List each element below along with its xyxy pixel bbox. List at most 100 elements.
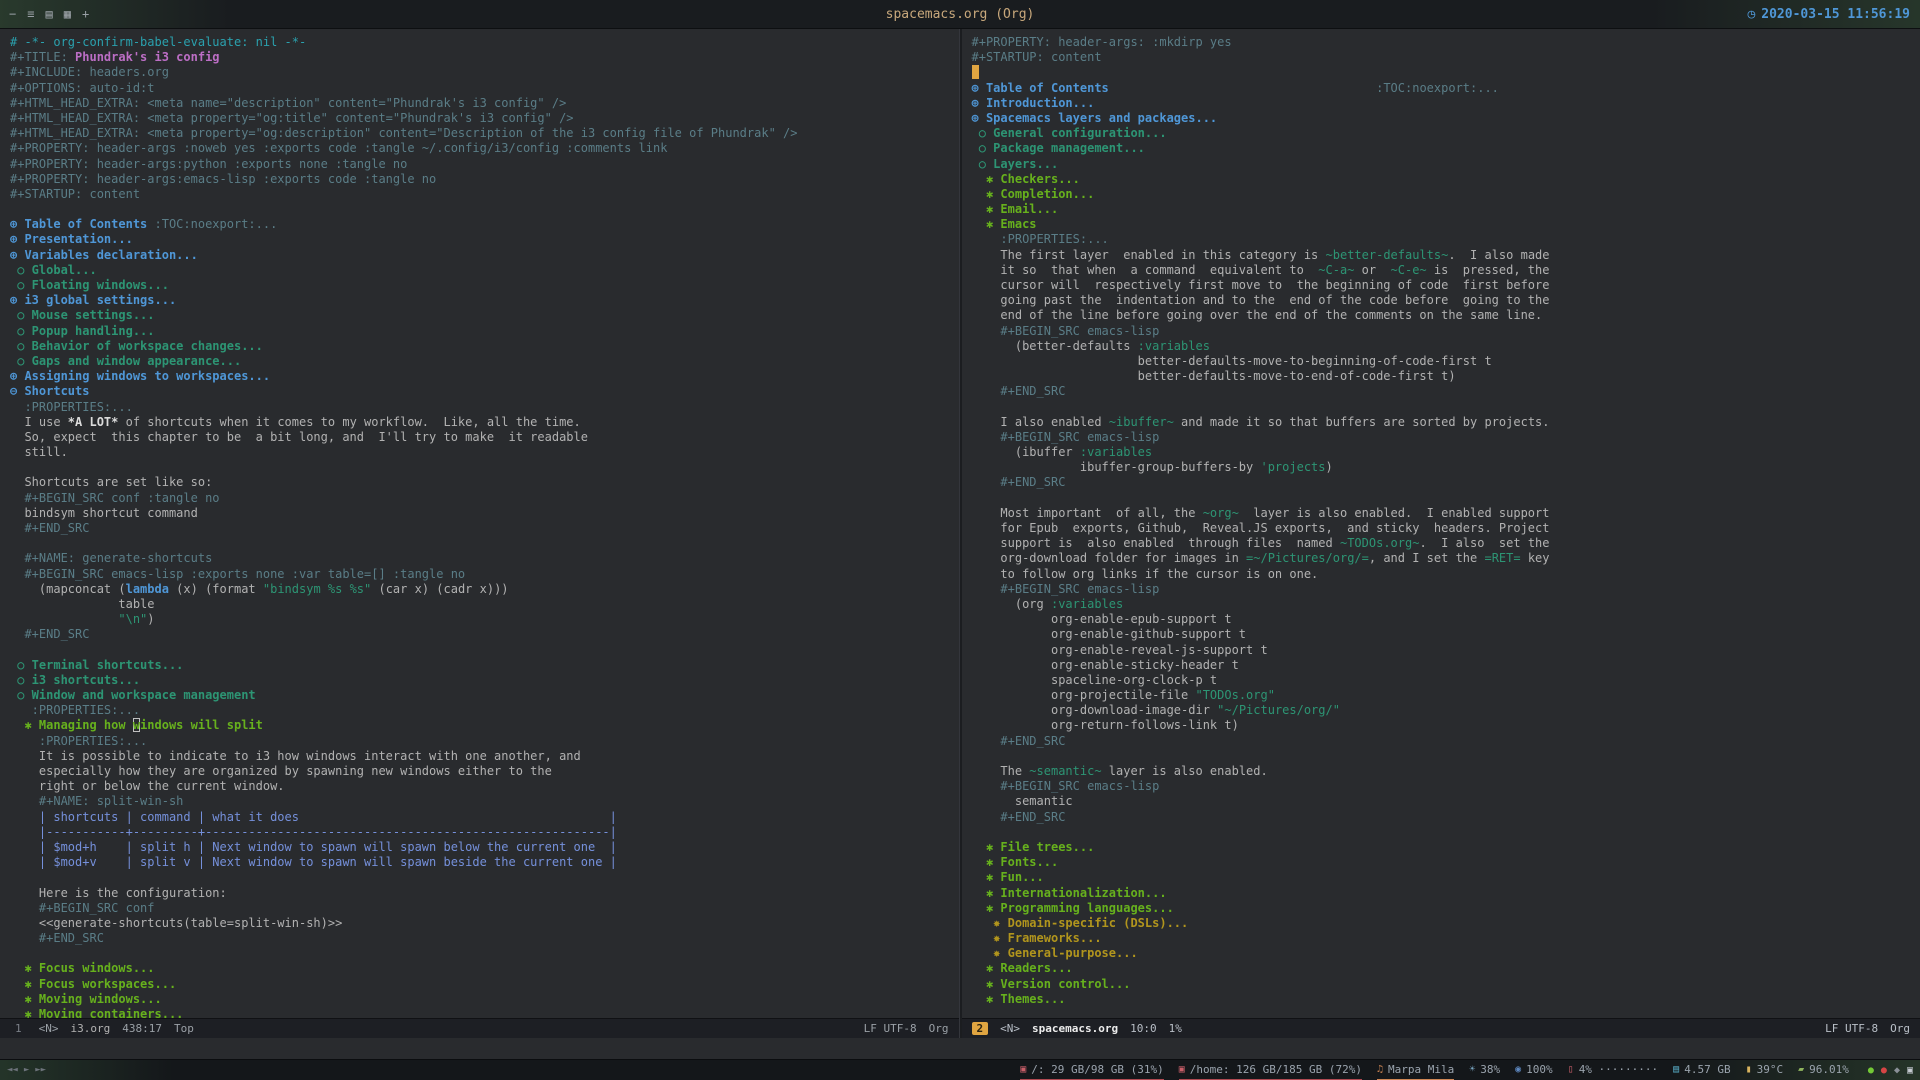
module-disk-root[interactable]: ▣ /: 29 GB/98 GB (31%): [1020, 1060, 1164, 1080]
buffer-line[interactable]: #+PROPERTY: header-args:python :exports …: [10, 157, 959, 172]
buffer-line[interactable]: Most important of all, the ~org~ layer i…: [972, 506, 1920, 521]
tray-dot-green[interactable]: ●: [1868, 1065, 1874, 1076]
buffer-line[interactable]: [10, 460, 959, 475]
org-heading-line[interactable]: ○ Gaps and window appearance...: [10, 354, 959, 369]
buffer-line[interactable]: #+INCLUDE: headers.org: [10, 65, 959, 80]
buffer-line[interactable]: #+END_SRC: [10, 627, 959, 642]
org-heading-line[interactable]: ✱ Fonts...: [972, 855, 1920, 870]
org-heading-line[interactable]: ✸ Domain-specific (DSLs)...: [972, 916, 1920, 931]
buffer-line[interactable]: it so that when a command equivalent to …: [972, 263, 1920, 278]
buffer-line[interactable]: org-projectile-file "TODOs.org": [972, 688, 1920, 703]
buffer-line[interactable]: #+BEGIN_SRC conf: [10, 901, 959, 916]
buffer-line[interactable]: # -*- org-confirm-babel-evaluate: nil -*…: [10, 35, 959, 50]
tray-icon-gray[interactable]: ◆: [1894, 1065, 1900, 1076]
org-heading-line[interactable]: ○ Global...: [10, 263, 959, 278]
org-heading-line[interactable]: ✱ Themes...: [972, 992, 1920, 1007]
buffer-line[interactable]: #+PROPERTY: header-args:emacs-lisp :expo…: [10, 172, 959, 187]
org-heading-line[interactable]: ✱ File trees...: [972, 840, 1920, 855]
buffer-line[interactable]: It is possible to indicate to i3 how win…: [10, 749, 959, 764]
buffer-line[interactable]: [971, 65, 1920, 80]
buffer-line[interactable]: #+NAME: generate-shortcuts: [10, 551, 959, 566]
org-heading-line[interactable]: ✱ Fun...: [972, 870, 1920, 885]
buffer-line[interactable]: #+END_SRC: [972, 475, 1920, 490]
buffer-line[interactable]: #+BEGIN_SRC emacs-lisp: [972, 430, 1920, 445]
buffer-line[interactable]: | shortcuts | command | what it does |: [10, 810, 959, 825]
buffer-line[interactable]: #+STARTUP: content: [10, 187, 959, 202]
buffer-line[interactable]: semantic: [972, 794, 1920, 809]
buffer-line[interactable]: [10, 946, 959, 961]
buffer-line[interactable]: #+BEGIN_SRC emacs-lisp: [972, 324, 1920, 339]
layout-button-3[interactable]: ▦: [64, 7, 71, 21]
buffer-line[interactable]: Here is the configuration:: [10, 886, 959, 901]
org-heading-line[interactable]: ○ Behavior of workspace changes...: [10, 339, 959, 354]
org-heading-line[interactable]: ✱ Moving windows...: [10, 992, 959, 1007]
module-now-playing[interactable]: ♫ Marpa Mila: [1376, 1060, 1455, 1080]
buffer-line[interactable]: :PROPERTIES:...: [10, 703, 959, 718]
buffer-line[interactable]: table: [10, 597, 959, 612]
buffer-line[interactable]: I also enabled ~ibuffer~ and made it so …: [972, 415, 1920, 430]
module-brightness[interactable]: ☀ 38%: [1469, 1060, 1500, 1080]
buffer-line[interactable]: #+END_SRC: [972, 810, 1920, 825]
org-heading-line[interactable]: ○ Window and workspace management: [10, 688, 959, 703]
org-heading-line[interactable]: ○ General configuration...: [972, 126, 1920, 141]
tray-icon-light[interactable]: ▣: [1907, 1065, 1913, 1076]
buffer-line[interactable]: #+END_SRC: [972, 734, 1920, 749]
buffer-line[interactable]: [10, 870, 959, 885]
org-heading-line[interactable]: ✱ Internationalization...: [972, 886, 1920, 901]
org-heading-line[interactable]: ✱ Focus windows...: [10, 961, 959, 976]
buffer-line[interactable]: still.: [10, 445, 959, 460]
org-heading-line[interactable]: ✸ Frameworks...: [972, 931, 1920, 946]
buffer-line[interactable]: | $mod+h | split h | Next window to spaw…: [10, 840, 959, 855]
buffer-line[interactable]: better-defaults-move-to-end-of-code-firs…: [972, 369, 1920, 384]
org-heading-line[interactable]: ⊕ Assigning windows to workspaces...: [10, 369, 959, 384]
buffer-line[interactable]: (better-defaults :variables: [972, 339, 1920, 354]
module-volume[interactable]: ◉ 100%: [1515, 1060, 1553, 1080]
tray-dot-red[interactable]: ●: [1881, 1065, 1887, 1076]
buffer-line[interactable]: support is also enabled through files na…: [972, 536, 1920, 551]
buffer-line[interactable]: spaceline-org-clock-p t: [972, 673, 1920, 688]
buffer-line[interactable]: cursor will respectively first move to t…: [972, 278, 1920, 293]
org-heading-line[interactable]: ✱ Email...: [972, 202, 1920, 217]
org-heading-line[interactable]: ✱ Managing how windows will split: [10, 718, 959, 733]
buffer-line[interactable]: especially how they are organized by spa…: [10, 764, 959, 779]
org-heading-line[interactable]: ✱ Readers...: [972, 961, 1920, 976]
buffer-line[interactable]: better-defaults-move-to-beginning-of-cod…: [972, 354, 1920, 369]
layout-button-0[interactable]: −: [9, 7, 16, 21]
buffer-line[interactable]: [972, 491, 1920, 506]
org-heading-line[interactable]: ✱ Focus workspaces...: [10, 977, 959, 992]
buffer-line[interactable]: [10, 536, 959, 551]
buffer-line[interactable]: :PROPERTIES:...: [972, 232, 1920, 247]
buffer-line[interactable]: #+TITLE: Phundrak's i3 config: [10, 50, 959, 65]
buffer-line[interactable]: [972, 400, 1920, 415]
buffer-line[interactable]: (ibuffer :variables: [972, 445, 1920, 460]
org-heading-line[interactable]: ⊕ i3 global settings...: [10, 293, 959, 308]
org-heading-line[interactable]: ✸ General-purpose...: [972, 946, 1920, 961]
buffer-line[interactable]: org-return-follows-link t): [972, 718, 1920, 733]
org-heading-line[interactable]: ⊕ Introduction...: [972, 96, 1920, 111]
buffer-line[interactable]: org-enable-sticky-header t: [972, 658, 1920, 673]
buffer-line[interactable]: So, expect this chapter to be a bit long…: [10, 430, 959, 445]
buffer-line[interactable]: [972, 825, 1920, 840]
org-heading-line[interactable]: ⊕ Table of Contents :TOC:noexport:...: [972, 81, 1920, 96]
buffer-line[interactable]: #+BEGIN_SRC emacs-lisp :exports none :va…: [10, 567, 959, 582]
layout-button-2[interactable]: ▤: [45, 7, 52, 21]
buffer-line[interactable]: :PROPERTIES:...: [10, 734, 959, 749]
left-buffer-text[interactable]: # -*- org-confirm-babel-evaluate: nil -*…: [0, 29, 959, 1018]
buffer-line[interactable]: #+PROPERTY: header-args: :mkdirp yes: [972, 35, 1920, 50]
media-control-0[interactable]: ◄◄: [7, 1065, 18, 1075]
buffer-line[interactable]: [10, 202, 959, 217]
org-heading-line[interactable]: ○ Popup handling...: [10, 324, 959, 339]
org-heading-line[interactable]: ○ i3 shortcuts...: [10, 673, 959, 688]
buffer-line[interactable]: ibuffer-group-buffers-by 'projects): [972, 460, 1920, 475]
buffer-line[interactable]: The first layer enabled in this category…: [972, 248, 1920, 263]
module-disk-home[interactable]: ▣ /home: 126 GB/185 GB (72%): [1178, 1060, 1362, 1080]
org-heading-line[interactable]: ✱ Version control...: [972, 977, 1920, 992]
buffer-line[interactable]: (org :variables: [972, 597, 1920, 612]
org-heading-line[interactable]: ○ Package management...: [972, 141, 1920, 156]
buffer-line[interactable]: Shortcuts are set like so:: [10, 475, 959, 490]
buffer-line[interactable]: #+PROPERTY: header-args :noweb yes :expo…: [10, 141, 959, 156]
org-heading-line[interactable]: ○ Floating windows...: [10, 278, 959, 293]
org-heading-line[interactable]: ⊕ Variables declaration...: [10, 248, 959, 263]
buffer-line[interactable]: (mapconcat (lambda (x) (format "bindsym …: [10, 582, 959, 597]
buffer-line[interactable]: #+OPTIONS: auto-id:t: [10, 81, 959, 96]
